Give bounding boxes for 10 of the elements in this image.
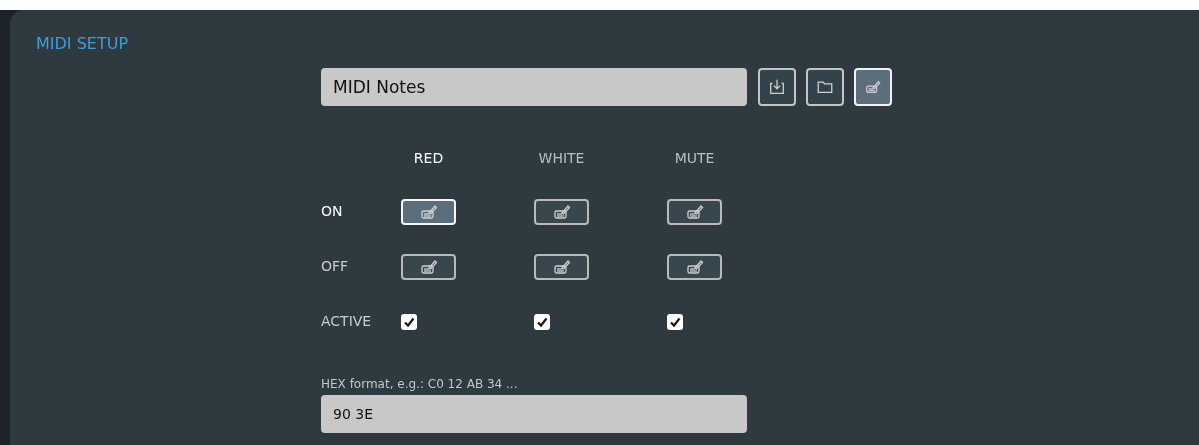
column-header: RED [412, 148, 445, 168]
row-label: OFF [321, 257, 349, 276]
row-label: ACTIVE [321, 312, 372, 331]
hex-input-field[interactable]: 90 3E [321, 395, 747, 433]
column-header: MUTE [673, 148, 716, 168]
hex-format-hint: HEX format, e.g.: C0 12 AB 34 ... [321, 376, 519, 393]
row-label: ON [321, 202, 343, 221]
panel-title: MIDI SETUP [36, 33, 129, 55]
column-header: WHITE [537, 148, 586, 168]
preset-name-field[interactable]: MIDI Notes [321, 68, 747, 106]
